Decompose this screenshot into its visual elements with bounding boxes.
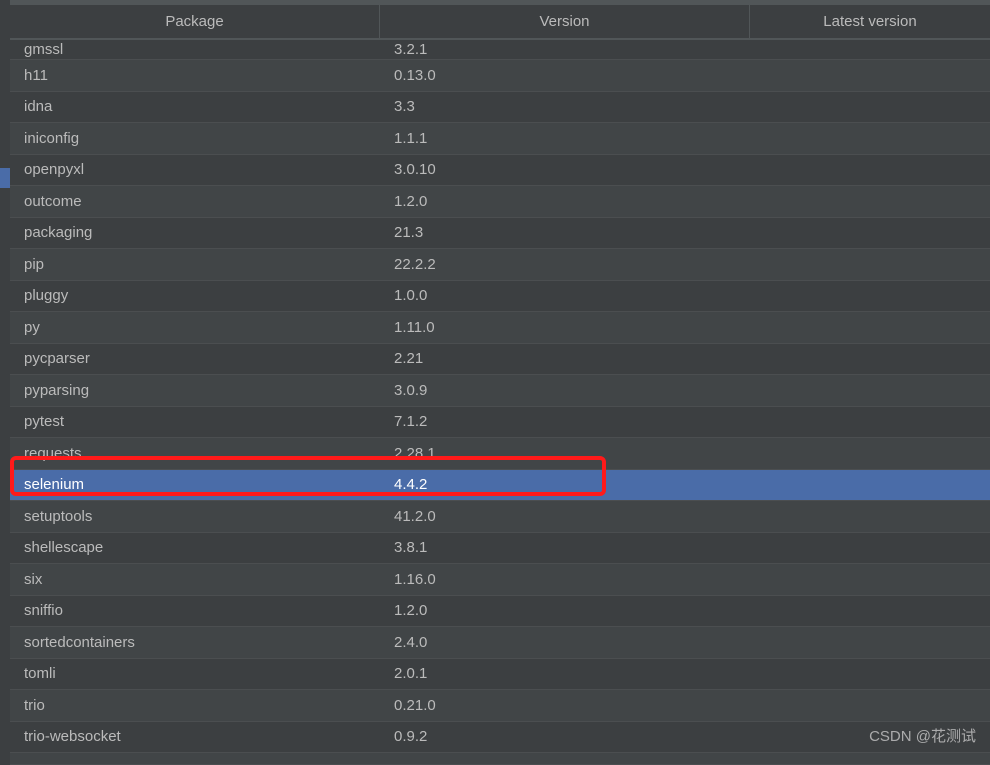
package-version-cell: 2.28.1 (380, 445, 750, 462)
package-version-cell: 1.2.0 (380, 193, 750, 210)
package-name-cell: setuptools (10, 508, 380, 525)
package-name-cell: pyparsing (10, 382, 380, 399)
package-name-cell: h11 (10, 67, 380, 84)
table-row[interactable]: py1.11.0 (10, 312, 990, 344)
watermark: CSDN @花测试 (869, 725, 976, 746)
package-name-cell: trio (10, 697, 380, 714)
package-version-cell: 41.2.0 (380, 508, 750, 525)
package-name-cell: shellescape (10, 539, 380, 556)
table-row[interactable]: selenium4.4.2 (10, 470, 990, 502)
table-row[interactable]: iniconfig1.1.1 (10, 123, 990, 155)
table-row[interactable]: sortedcontainers2.4.0 (10, 627, 990, 659)
package-version-cell: 7.1.2 (380, 413, 750, 430)
package-name-cell: sortedcontainers (10, 634, 380, 651)
package-name-cell: pip (10, 256, 380, 273)
package-version-cell: 22.2.2 (380, 256, 750, 273)
package-version-cell: 4.4.2 (380, 476, 750, 493)
package-version-cell: 3.0.9 (380, 382, 750, 399)
table-row[interactable]: setuptools41.2.0 (10, 501, 990, 533)
table-row[interactable]: requests2.28.1 (10, 438, 990, 470)
table-row[interactable]: pluggy1.0.0 (10, 281, 990, 313)
package-version-cell: 2.0.1 (380, 665, 750, 682)
package-name-cell: outcome (10, 193, 380, 210)
selection-indicator (0, 168, 10, 188)
package-name-cell: trio-websocket (10, 728, 380, 745)
package-version-cell: 1.2.0 (380, 602, 750, 619)
header-latest[interactable]: Latest version (750, 5, 990, 38)
table-row[interactable]: openpyxl3.0.10 (10, 155, 990, 187)
table-row[interactable] (10, 753, 990, 765)
package-name-cell: six (10, 571, 380, 588)
package-name-cell: py (10, 319, 380, 336)
table-row[interactable]: outcome1.2.0 (10, 186, 990, 218)
package-name-cell: iniconfig (10, 130, 380, 147)
table-row[interactable]: six1.16.0 (10, 564, 990, 596)
package-version-cell: 0.9.2 (380, 728, 750, 745)
package-version-cell: 1.16.0 (380, 571, 750, 588)
header-version[interactable]: Version (380, 5, 750, 38)
package-version-cell: 21.3 (380, 224, 750, 241)
package-name-cell: pytest (10, 413, 380, 430)
package-version-cell: 2.4.0 (380, 634, 750, 651)
package-version-cell: 3.3 (380, 98, 750, 115)
package-version-cell: 3.8.1 (380, 539, 750, 556)
package-name-cell: sniffio (10, 602, 380, 619)
package-version-cell: 1.11.0 (380, 319, 750, 336)
table-row[interactable]: pyparsing3.0.9 (10, 375, 990, 407)
package-name-cell: idna (10, 98, 380, 115)
table-row[interactable]: h110.13.0 (10, 60, 990, 92)
package-version-cell: 3.2.1 (380, 41, 750, 58)
package-version-cell: 2.21 (380, 350, 750, 367)
table-row[interactable]: trio-websocket0.9.2 (10, 722, 990, 754)
package-name-cell: tomli (10, 665, 380, 682)
table-row[interactable]: tomli2.0.1 (10, 659, 990, 691)
table-row[interactable]: idna3.3 (10, 92, 990, 124)
table-row[interactable]: pycparser2.21 (10, 344, 990, 376)
package-version-cell: 3.0.10 (380, 161, 750, 178)
table-row[interactable]: sniffio1.2.0 (10, 596, 990, 628)
table-row[interactable]: packaging21.3 (10, 218, 990, 250)
package-name-cell: gmssl (10, 41, 380, 58)
package-name-cell: requests (10, 445, 380, 462)
table-row[interactable]: shellescape3.8.1 (10, 533, 990, 565)
package-version-cell: 0.13.0 (380, 67, 750, 84)
package-name-cell: pycparser (10, 350, 380, 367)
package-name-cell: packaging (10, 224, 380, 241)
package-name-cell: pluggy (10, 287, 380, 304)
table-row[interactable]: pytest7.1.2 (10, 407, 990, 439)
package-version-cell: 1.1.1 (380, 130, 750, 147)
table-row[interactable]: trio0.21.0 (10, 690, 990, 722)
table-row[interactable]: gmssl3.2.1 (10, 40, 990, 60)
package-table-body: gmssl3.2.1h110.13.0idna3.3iniconfig1.1.1… (10, 40, 990, 765)
package-version-cell: 0.21.0 (380, 697, 750, 714)
package-name-cell: openpyxl (10, 161, 380, 178)
header-package[interactable]: Package (10, 5, 380, 38)
left-gutter (0, 0, 10, 756)
table-header: Package Version Latest version (10, 5, 990, 40)
table-row[interactable]: pip22.2.2 (10, 249, 990, 281)
package-name-cell: selenium (10, 476, 380, 493)
package-version-cell: 1.0.0 (380, 287, 750, 304)
